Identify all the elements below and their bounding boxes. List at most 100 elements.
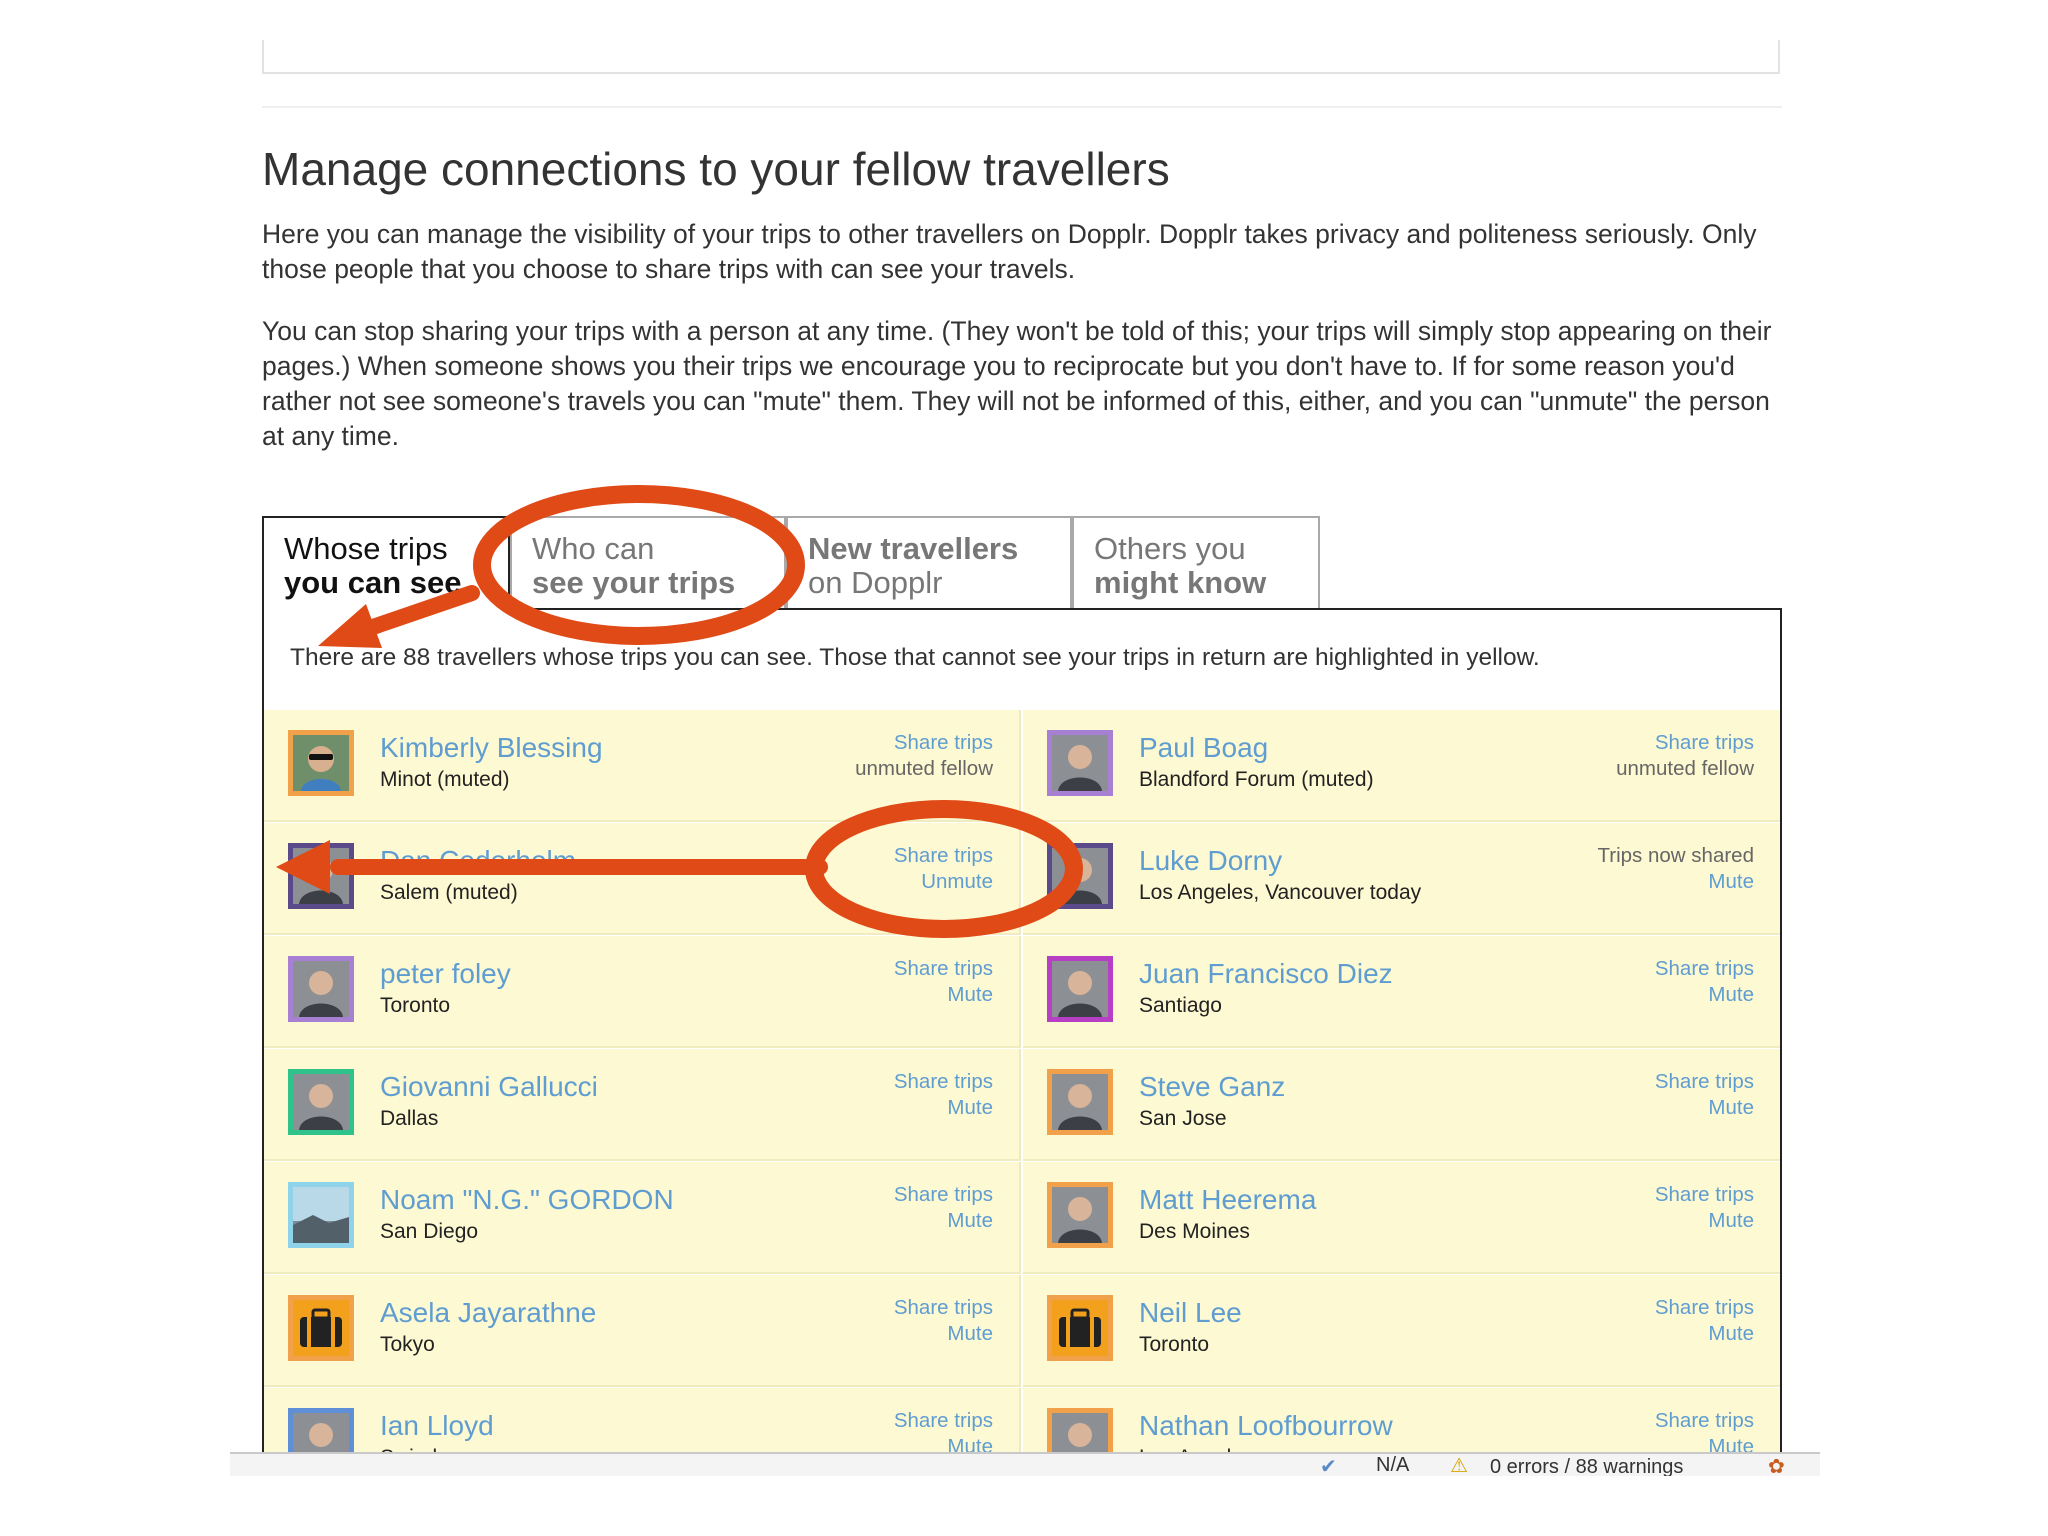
traveller-actions: Share trips Mute bbox=[1655, 1069, 1754, 1121]
mute-link[interactable]: Mute bbox=[1655, 1095, 1754, 1121]
intro-paragraph-2: You can stop sharing your trips with a p… bbox=[262, 316, 1772, 451]
share-trips-link[interactable]: Share trips bbox=[1655, 1069, 1754, 1095]
traveller-name-link[interactable]: Dan Cederholm bbox=[380, 845, 576, 877]
travellers-panel: There are 88 travellers whose trips you … bbox=[262, 608, 1782, 1458]
portrait-sunglasses-icon bbox=[293, 735, 349, 791]
traveller-actions: Share trips Mute bbox=[894, 1069, 993, 1121]
tab-label-line-2: on Dopplr bbox=[808, 565, 943, 600]
share-status-text: Trips now shared bbox=[1597, 844, 1754, 867]
traveller-name-link[interactable]: Neil Lee bbox=[1139, 1297, 1242, 1329]
avatar[interactable] bbox=[1047, 730, 1113, 796]
share-trips-link[interactable]: Share trips bbox=[894, 956, 993, 982]
avatar[interactable] bbox=[1047, 956, 1113, 1022]
traveller-location: Minot (muted) bbox=[380, 768, 510, 791]
traveller-card: peter foley Toronto Share trips Mute bbox=[264, 936, 1021, 1048]
avatar[interactable] bbox=[1047, 1295, 1113, 1361]
tab-label-line-2: might know bbox=[1094, 565, 1267, 600]
avatar[interactable] bbox=[288, 956, 354, 1022]
traveller-name-link[interactable]: Luke Dorny bbox=[1139, 845, 1282, 877]
traveller-actions: Share trips Mute bbox=[1655, 956, 1754, 1008]
traveller-card: Juan Francisco Diez Santiago Share trips Mu… bbox=[1023, 936, 1780, 1048]
intro-paragraph-1: Here you can manage the visibility of yo… bbox=[262, 219, 1757, 284]
unmute-link[interactable]: Unmute bbox=[894, 869, 993, 895]
traveller-name-link[interactable]: Giovanni Gallucci bbox=[380, 1071, 598, 1103]
tab-label-line-1: Others you bbox=[1094, 531, 1246, 566]
traveller-actions: Share trips Mute bbox=[894, 1408, 993, 1458]
avatar[interactable] bbox=[288, 730, 354, 796]
avatar[interactable] bbox=[1047, 1182, 1113, 1248]
traveller-card: Asela Jayarathne Tokyo Share trips Mute bbox=[264, 1275, 1021, 1387]
avatar[interactable] bbox=[1047, 843, 1113, 909]
traveller-name-link[interactable]: Nathan Loofbourrow bbox=[1139, 1410, 1393, 1442]
traveller-actions: Share trips Mute bbox=[894, 1182, 993, 1234]
traveller-name-link[interactable]: Steve Ganz bbox=[1139, 1071, 1285, 1103]
mute-link[interactable]: Mute bbox=[894, 1321, 993, 1347]
traveller-card: Luke Dorny Los Angeles, Vancouver today Tr… bbox=[1023, 823, 1780, 935]
mute-link[interactable]: Mute bbox=[894, 1095, 993, 1121]
traveller-card: Dan Cederholm Salem (muted) Share trips Unm… bbox=[264, 823, 1021, 935]
traveller-name-link[interactable]: Matt Heerema bbox=[1139, 1184, 1316, 1216]
traveller-actions: Share trips Mute bbox=[894, 956, 993, 1008]
traveller-card: Ian LloydSwindonShare tripsMute bbox=[264, 1388, 1021, 1458]
share-trips-link[interactable]: Share trips bbox=[894, 1408, 993, 1434]
share-trips-link[interactable]: Share trips bbox=[894, 1069, 993, 1095]
traveller-name-link[interactable]: Ian Lloyd bbox=[380, 1410, 494, 1442]
tab-new-travellers-on-dopplr[interactable]: New travellers on Dopplr bbox=[786, 516, 1072, 610]
traveller-name-link[interactable]: peter foley bbox=[380, 958, 511, 990]
share-trips-link[interactable]: Share trips bbox=[894, 1295, 993, 1321]
portrait-icon bbox=[1052, 961, 1108, 1017]
tab-label-line-1: Whose trips bbox=[284, 531, 448, 566]
mute-link[interactable]: Mute bbox=[1655, 982, 1754, 1008]
traveller-name-link[interactable]: Paul Boag bbox=[1139, 732, 1268, 764]
mute-link[interactable]: Mute bbox=[894, 982, 993, 1008]
share-trips-link[interactable]: Share trips bbox=[894, 843, 993, 869]
check-icon: ✔ bbox=[1320, 1456, 1337, 1476]
tab-others-you-might-know[interactable]: Others you might know bbox=[1072, 516, 1320, 610]
mute-link[interactable]: Mute bbox=[894, 1208, 993, 1234]
share-trips-link[interactable]: Share trips bbox=[1655, 1182, 1754, 1208]
share-trips-link[interactable]: Share trips bbox=[1655, 956, 1754, 982]
traveller-location: Tokyo bbox=[380, 1333, 435, 1356]
mute-link[interactable]: Mute bbox=[1655, 1321, 1754, 1347]
avatar[interactable] bbox=[1047, 1069, 1113, 1135]
traveller-actions: Share trips Mute bbox=[1655, 1295, 1754, 1347]
share-trips-link[interactable]: Share trips bbox=[1616, 730, 1754, 756]
warning-icon: ⚠ bbox=[1450, 1455, 1468, 1476]
share-trips-link[interactable]: Share trips bbox=[1655, 1295, 1754, 1321]
tab-label-line-1: New travellers bbox=[808, 531, 1019, 566]
traveller-name-link[interactable]: Juan Francisco Diez bbox=[1139, 958, 1393, 990]
avatar[interactable] bbox=[1047, 1408, 1113, 1458]
avatar[interactable] bbox=[288, 1408, 354, 1458]
traveller-name-link[interactable]: Noam "N.G." GORDON bbox=[380, 1184, 674, 1216]
mute-link[interactable]: Mute bbox=[1655, 1208, 1754, 1234]
traveller-actions: Share trips Mute bbox=[1655, 1408, 1754, 1458]
portrait-icon bbox=[1052, 1074, 1108, 1130]
share-trips-link[interactable]: Share trips bbox=[894, 1182, 993, 1208]
traveller-location: Salem (muted) bbox=[380, 881, 518, 904]
traveller-card: Paul Boag Blandford Forum (muted) Share tr… bbox=[1023, 710, 1780, 822]
addon-icon[interactable]: ✿ bbox=[1768, 1454, 1785, 1476]
avatar[interactable] bbox=[288, 1295, 354, 1361]
traveller-name-link[interactable]: Asela Jayarathne bbox=[380, 1297, 596, 1329]
traveller-card: Noam "N.G." GORDON San Diego Share trips Mu… bbox=[264, 1162, 1021, 1274]
share-trips-link[interactable]: Share trips bbox=[1655, 1408, 1754, 1434]
traveller-location: Toronto bbox=[1139, 1333, 1210, 1356]
avatar[interactable] bbox=[288, 843, 354, 909]
traveller-location: Los Angeles, Vancouver today bbox=[1139, 881, 1422, 904]
portrait-icon bbox=[1052, 1187, 1108, 1243]
share-trips-link[interactable]: Share trips bbox=[855, 730, 993, 756]
tab-who-can-see-your-trips[interactable]: Who can see your trips bbox=[510, 516, 786, 610]
traveller-location: Toronto bbox=[380, 994, 451, 1017]
traveller-card: Nathan LoofbourrowLos AngelesShare trips… bbox=[1023, 1388, 1780, 1458]
tab-whose-trips-you-can-see[interactable]: Whose trips you can see bbox=[262, 516, 510, 614]
validation-warnings: 0 errors / 88 warnings bbox=[1490, 1456, 1684, 1476]
traveller-name-link[interactable]: Kimberly Blessing bbox=[380, 732, 603, 764]
portrait-icon bbox=[1052, 848, 1108, 904]
traveller-location: San Jose bbox=[1139, 1107, 1227, 1130]
avatar[interactable] bbox=[288, 1182, 354, 1248]
mute-link[interactable]: Mute bbox=[1598, 869, 1754, 895]
portrait-icon bbox=[293, 848, 349, 904]
traveller-location: Blandford Forum (muted) bbox=[1139, 768, 1374, 791]
page-title: Manage connections to your fellow travel… bbox=[262, 143, 1170, 195]
avatar[interactable] bbox=[288, 1069, 354, 1135]
